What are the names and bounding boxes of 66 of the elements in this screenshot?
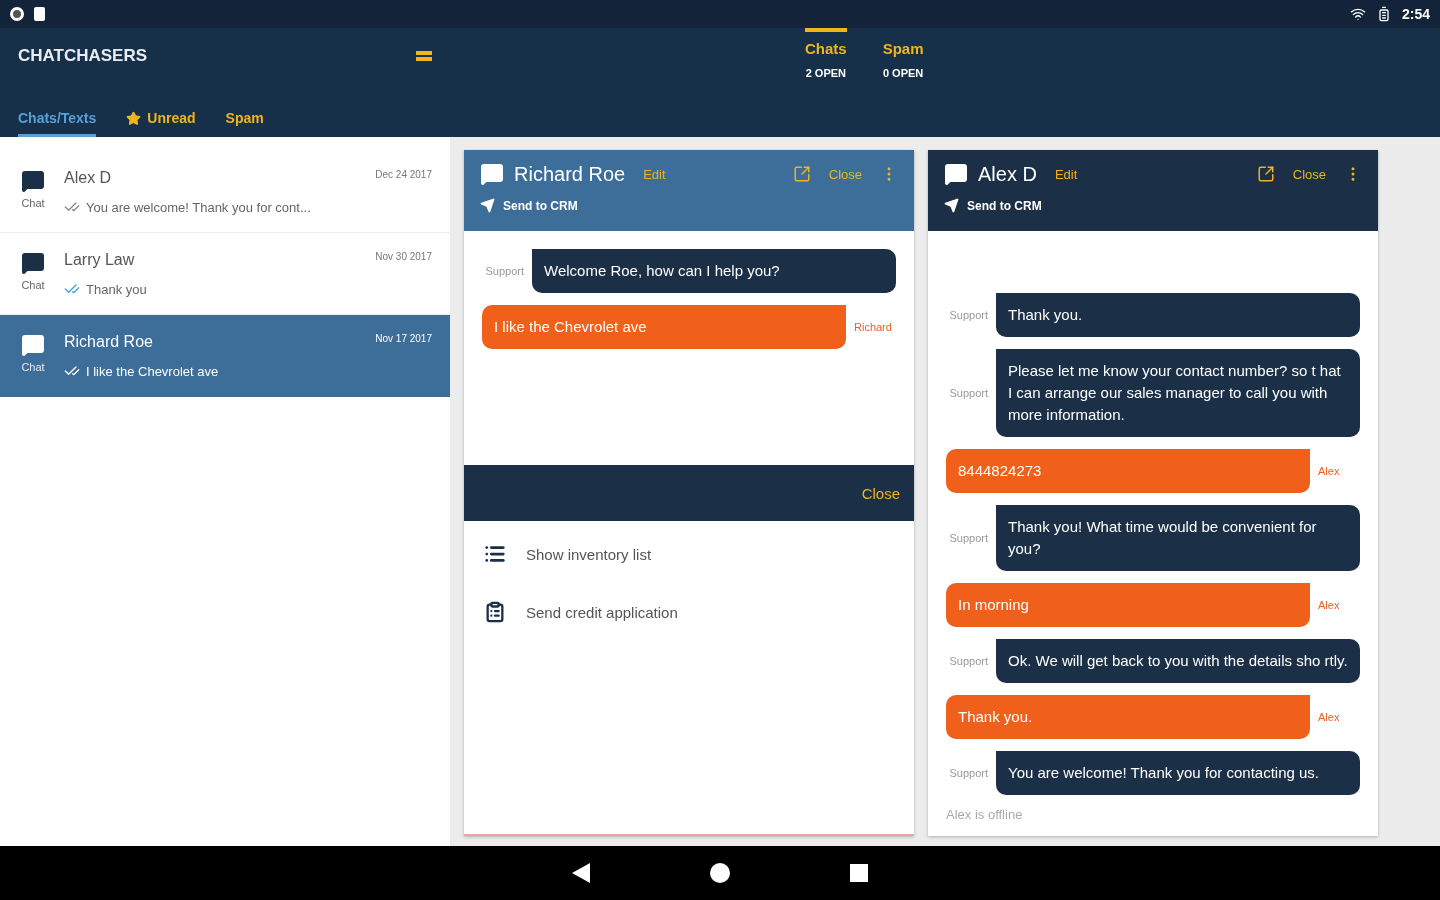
contact-name: Richard Roe [514, 162, 626, 186]
sender-label: Support [948, 767, 988, 779]
contact-name: Richard Roe [64, 333, 153, 351]
status-icon [10, 7, 24, 21]
status-text: Alex is offline [945, 806, 1024, 824]
chat-icon [944, 162, 968, 186]
sender-label: Alex [1318, 711, 1341, 723]
close-link[interactable]: Close [853, 484, 908, 502]
tab[interactable]: Unread [126, 110, 196, 137]
message-bubble: Welcome Roe, how can I help you? [532, 249, 896, 293]
chat-icon [21, 333, 45, 357]
action-item[interactable]: Show inventory list [484, 543, 894, 565]
home-icon[interactable] [710, 863, 730, 883]
type-label: Chat [21, 197, 45, 209]
contact-name: Larry Law [64, 251, 135, 269]
type-label: Chat [21, 361, 45, 373]
tab[interactable]: Spam 0 OPEN [882, 28, 924, 88]
sender-label: Alex [1318, 465, 1341, 477]
close-link[interactable]: Close [1284, 166, 1334, 182]
clock: 2:54 [1401, 6, 1430, 22]
tab[interactable]: Chats 2 OPEN [805, 28, 847, 88]
message-preview: I like the Chevrolet ave [86, 363, 219, 379]
message-bubble: You are welcome! Thank you for contacting us. [996, 751, 1360, 795]
message-bubble: In morning [946, 583, 1310, 627]
send-to-crm-button[interactable]: Send to CRM [944, 198, 1362, 213]
wifi-icon [1349, 6, 1366, 22]
sender-label: Support [948, 655, 988, 667]
date-label: Nov 17 2017 [375, 333, 432, 346]
sender-label: Support [484, 265, 524, 277]
sender-label: Richard [854, 321, 893, 333]
clipboard-icon [484, 601, 506, 623]
message-preview: Thank you [86, 281, 147, 297]
app-title: CHATCHASERS [18, 46, 148, 66]
back-icon[interactable] [572, 863, 590, 883]
date-label: Dec 24 2017 [375, 169, 432, 182]
type-label: Chat [21, 279, 45, 291]
list-icon [484, 543, 506, 565]
date-label: Nov 30 2017 [375, 251, 432, 264]
edit-link[interactable]: Edit [1046, 166, 1086, 182]
contact-name: Alex D [64, 169, 112, 187]
message-bubble: Ok. We will get back to you with the details sho rtly. [996, 639, 1360, 683]
message-bubble: Thank you. [946, 695, 1310, 739]
conversation-item[interactable]: Chat Richard Roe Nov 17 2017 I like the Chevrolet ave [0, 315, 450, 397]
sender-label: Support [948, 309, 988, 321]
sender-label: Support [948, 532, 988, 544]
tab[interactable]: Spam [225, 110, 264, 137]
star-icon [126, 110, 142, 126]
menu-icon[interactable] [416, 50, 432, 62]
external-link-icon[interactable] [1256, 165, 1275, 183]
sender-label: Support [948, 387, 988, 399]
chat-icon [21, 251, 45, 275]
send-to-crm-button[interactable]: Send to CRM [480, 198, 898, 213]
message-bubble: 8444824273 [946, 449, 1310, 493]
send-icon [944, 198, 959, 213]
sd-card-icon [34, 7, 45, 21]
send-icon [480, 198, 495, 213]
message-preview: You are welcome! Thank you for cont... [86, 199, 311, 215]
chat-icon [21, 169, 45, 193]
action-item[interactable]: Send credit application [484, 601, 894, 623]
message-bubble: I like the Chevrolet ave [482, 305, 846, 349]
message-bubble: Please let me know your contact number? so t hat I can arrange our sales manager to call you with more information. [996, 349, 1360, 437]
message-bubble: Thank you! What time would be convenient for you? [996, 505, 1360, 571]
chat-icon [480, 162, 504, 186]
sender-label: Alex [1318, 599, 1341, 611]
contact-name: Alex D [978, 162, 1037, 186]
message-bubble: Thank you. [996, 293, 1360, 337]
